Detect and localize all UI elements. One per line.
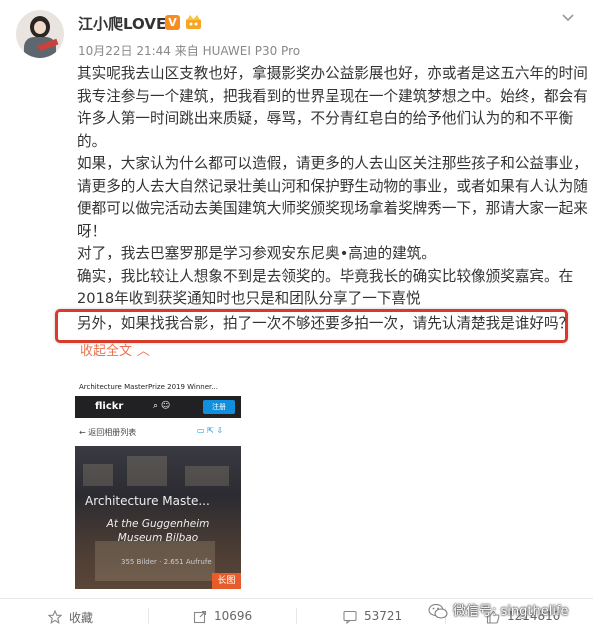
search-icon: ⌕ (153, 401, 159, 411)
comment-icon (343, 610, 357, 624)
nav-icons: ⌕ ☺ (153, 401, 170, 411)
crown-icon (186, 15, 201, 29)
post-line: 2018年收到获奖通知时也只是和团队分享了一下喜悦 (77, 290, 421, 307)
user-icon: ☺ (160, 401, 171, 411)
post-meta: 10月22日 21:44 来自 HUAWEI P30 Pro (78, 44, 301, 58)
flickr-logo: flickr (95, 401, 124, 412)
star-icon (48, 610, 62, 624)
signup-button: 注册 (203, 400, 235, 414)
album-stats: 355 Bilder · 2.651 Aufrufe (121, 558, 212, 566)
post-body: 其实呢我去山区支教也好，拿摄影奖办公益影展也好，亦或者是这五六年的时间 我专注参… (77, 63, 588, 311)
wechat-icon (428, 604, 448, 619)
back-to-albums: ← 返回相册列表 (79, 427, 136, 438)
share-icon: ⇱ (207, 426, 214, 435)
collapse-text-link[interactable]: 收起全文 ︿ (80, 340, 150, 359)
album-subtitle-line: Museum Bilbao (117, 532, 199, 544)
weibo-post: 江小爬LOVE V 10月22日 21:44 来自 HUAWEI P30 Pro… (0, 0, 593, 635)
back-arrow-icon: ← (79, 428, 89, 437)
repost-count: 10696 (214, 609, 253, 623)
attached-image[interactable]: Architecture MasterPrize 2019 Winner... … (75, 366, 241, 589)
highlighted-line: 另外，如果找我合影，拍了一次不够还要多拍一次，请先认清楚我是谁好吗？ (77, 315, 574, 332)
post-line: 许多人第一时间跳出来质疑，辱骂，不分青红皂白的给予他们认为的和不平衡 (77, 110, 574, 127)
phone-status-bar (75, 366, 241, 378)
chevron-down-icon[interactable] (562, 13, 574, 23)
verified-badge-icon: V (165, 15, 180, 30)
post-line: 的。 (77, 132, 107, 150)
post-line: 我专注参与一个建筑，把我看到的世界呈现在一个建筑梦想之中。始终，都会有 (77, 87, 588, 105)
post-line: 如果，大家认为什么都可以造假，请更多的人去山区关注那些孩子和公益事业， (77, 155, 588, 172)
long-image-badge: 长图 (212, 573, 241, 589)
download-icon: ⇩ (216, 426, 224, 435)
username[interactable]: 江小爬LOVE (78, 13, 166, 34)
post-line: 其实呢我去山区支教也好，拿摄影奖办公益影展也好，亦或者是这五六年的时间 (77, 65, 588, 82)
avatar-face (34, 21, 46, 34)
comment-count: 53721 (364, 609, 403, 623)
post-line: 对了，我去巴塞罗那是学习参观安东尼奥•高迪的建筑。 (77, 245, 436, 262)
post-line: 呀！ (77, 222, 107, 240)
favorite-label: 收藏 (69, 611, 94, 625)
chevron-up-icon: ︿ (137, 344, 151, 359)
repost-icon (193, 610, 207, 624)
post-line: 请更多的人去大自然记录壮美山河和保护野生动物的事业，或者如果有人认为随 (77, 177, 588, 195)
album-title: Architecture Maste... (85, 494, 210, 508)
post-line: 确实，我比较让人想象不到是去领奖的。毕竟我长的确实比较像颁奖嘉宾。在 (77, 267, 574, 285)
collapse-label: 收起全文 (80, 344, 133, 359)
share-icons: ▭ ⇱ ⇩ (197, 426, 223, 435)
action-separator (148, 608, 149, 624)
action-separator (296, 608, 297, 624)
album-subtitle: At the Guggenheim Museum Bilbao (75, 517, 241, 545)
wechat-watermark: 微信号: singthelife (453, 604, 569, 619)
slideshow-icon: ▭ (197, 426, 205, 435)
avatar[interactable] (16, 10, 64, 58)
browser-tab-title: Architecture MasterPrize 2019 Winner... (75, 378, 241, 396)
back-label: 返回相册列表 (88, 428, 137, 437)
post-line: 便都可以做完活动去美国建筑大师奖颁奖现场拿着奖牌秀一下，那请大家一起来 (77, 200, 588, 217)
album-subtitle-line: At the Guggenheim (106, 518, 210, 530)
footer-divider (0, 598, 593, 599)
